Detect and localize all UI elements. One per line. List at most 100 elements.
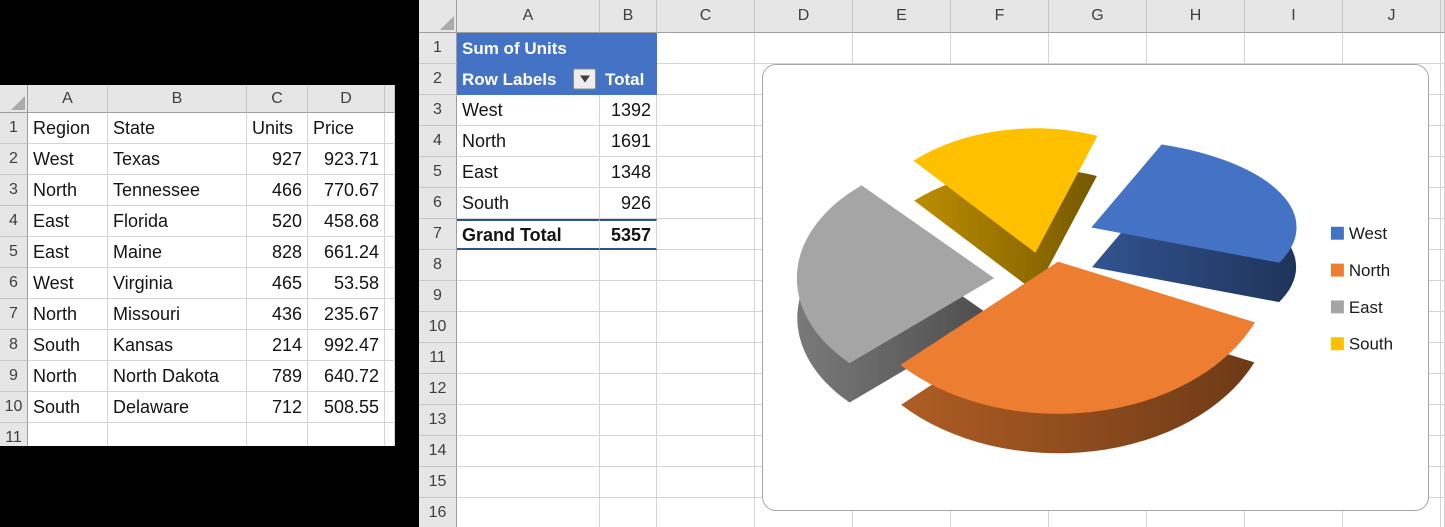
cell[interactable]	[1441, 250, 1445, 281]
row-header-7[interactable]: 7	[419, 219, 457, 250]
row-header-8[interactable]: 8	[419, 250, 457, 281]
cell[interactable]: 992.47	[308, 330, 385, 361]
cell[interactable]: Kansas	[108, 330, 247, 361]
pivot-row-label[interactable]: East	[457, 157, 600, 188]
cell[interactable]	[657, 250, 755, 281]
cell[interactable]: State	[108, 113, 247, 144]
column-header-A[interactable]: A	[28, 85, 108, 113]
cell[interactable]	[1441, 157, 1445, 188]
row-header-4[interactable]: 4	[0, 206, 28, 237]
pivot-row-label[interactable]: West	[457, 95, 600, 126]
cell[interactable]	[657, 467, 755, 498]
cell[interactable]: 770.67	[308, 175, 385, 206]
cell[interactable]	[1441, 126, 1445, 157]
row-header-10[interactable]: 10	[419, 312, 457, 343]
cell[interactable]	[457, 467, 600, 498]
cell[interactable]	[457, 405, 600, 436]
cell[interactable]	[657, 312, 755, 343]
cell[interactable]	[600, 467, 657, 498]
cell[interactable]	[1441, 95, 1445, 126]
row-header-5[interactable]: 5	[419, 157, 457, 188]
column-header-C[interactable]: C	[247, 85, 308, 113]
row-header-11[interactable]: 11	[0, 423, 28, 446]
cell[interactable]	[108, 423, 247, 446]
pivot-grand-total-label[interactable]: Grand Total	[457, 219, 600, 250]
row-header-3[interactable]: 3	[0, 175, 28, 206]
row-header-10[interactable]: 10	[0, 392, 28, 423]
cell[interactable]	[657, 498, 755, 527]
cell[interactable]: Maine	[108, 237, 247, 268]
cell[interactable]	[457, 343, 600, 374]
cell[interactable]	[308, 423, 385, 446]
cell[interactable]	[1441, 312, 1445, 343]
cell[interactable]: 53.58	[308, 268, 385, 299]
cell[interactable]: 458.68	[308, 206, 385, 237]
pivot-row-label[interactable]: North	[457, 126, 600, 157]
cell[interactable]	[1441, 33, 1445, 64]
cell[interactable]: North Dakota	[108, 361, 247, 392]
row-header-2[interactable]: 2	[419, 64, 457, 95]
row-header-1[interactable]: 1	[419, 33, 457, 64]
cell[interactable]: Florida	[108, 206, 247, 237]
cell[interactable]	[600, 250, 657, 281]
cell[interactable]	[657, 157, 755, 188]
column-header-D[interactable]: D	[308, 85, 385, 113]
row-header-6[interactable]: 6	[0, 268, 28, 299]
legend-label-east[interactable]: East	[1349, 298, 1383, 317]
cell[interactable]	[1441, 467, 1445, 498]
column-header-J[interactable]: J	[1343, 0, 1441, 33]
legend-label-west[interactable]: West	[1349, 224, 1388, 243]
cell[interactable]	[755, 33, 853, 64]
row-header-2[interactable]: 2	[0, 144, 28, 175]
column-header-A[interactable]: A	[457, 0, 600, 33]
cell[interactable]	[600, 405, 657, 436]
cell[interactable]: Missouri	[108, 299, 247, 330]
legend-swatch-south[interactable]	[1331, 337, 1344, 350]
cell[interactable]	[457, 374, 600, 405]
row-header-12[interactable]: 12	[419, 374, 457, 405]
cell[interactable]: 214	[247, 330, 308, 361]
cell[interactable]: 436	[247, 299, 308, 330]
column-header-B[interactable]: B	[600, 0, 657, 33]
cell[interactable]: 465	[247, 268, 308, 299]
pivot-row-label[interactable]: South	[457, 188, 600, 219]
column-header-F[interactable]: F	[951, 0, 1049, 33]
cell[interactable]: 508.55	[308, 392, 385, 423]
row-header-7[interactable]: 7	[0, 299, 28, 330]
pivot-row-labels-header[interactable]: Row Labels	[457, 64, 600, 95]
cell[interactable]: East	[28, 206, 108, 237]
cell[interactable]	[657, 219, 755, 250]
cell[interactable]	[853, 33, 951, 64]
cell[interactable]	[657, 343, 755, 374]
cell[interactable]	[951, 33, 1049, 64]
row-header-14[interactable]: 14	[419, 436, 457, 467]
column-header-B[interactable]: B	[108, 85, 247, 113]
pivot-row-value[interactable]: 926	[600, 188, 657, 219]
column-header-G[interactable]: G	[1049, 0, 1147, 33]
cell[interactable]	[657, 64, 755, 95]
cell[interactable]: 927	[247, 144, 308, 175]
row-header-1[interactable]: 1	[0, 113, 28, 144]
cell[interactable]: Delaware	[108, 392, 247, 423]
cell[interactable]: Virginia	[108, 268, 247, 299]
cell[interactable]: Tennessee	[108, 175, 247, 206]
column-header-E[interactable]: E	[853, 0, 951, 33]
cell[interactable]	[657, 33, 755, 64]
pivot-row-value[interactable]: 1691	[600, 126, 657, 157]
select-all-corner[interactable]	[419, 0, 457, 33]
cell[interactable]: Units	[247, 113, 308, 144]
cell[interactable]: 789	[247, 361, 308, 392]
legend-swatch-north[interactable]	[1331, 264, 1344, 277]
cell[interactable]	[1441, 405, 1445, 436]
row-header-9[interactable]: 9	[0, 361, 28, 392]
cell[interactable]: 466	[247, 175, 308, 206]
cell[interactable]: Texas	[108, 144, 247, 175]
cell[interactable]: 828	[247, 237, 308, 268]
cell[interactable]	[247, 423, 308, 446]
row-header-16[interactable]: 16	[419, 498, 457, 527]
cell[interactable]	[28, 423, 108, 446]
cell[interactable]: North	[28, 361, 108, 392]
select-all-corner[interactable]	[0, 85, 28, 113]
cell[interactable]	[1441, 64, 1445, 95]
cell[interactable]	[600, 498, 657, 527]
